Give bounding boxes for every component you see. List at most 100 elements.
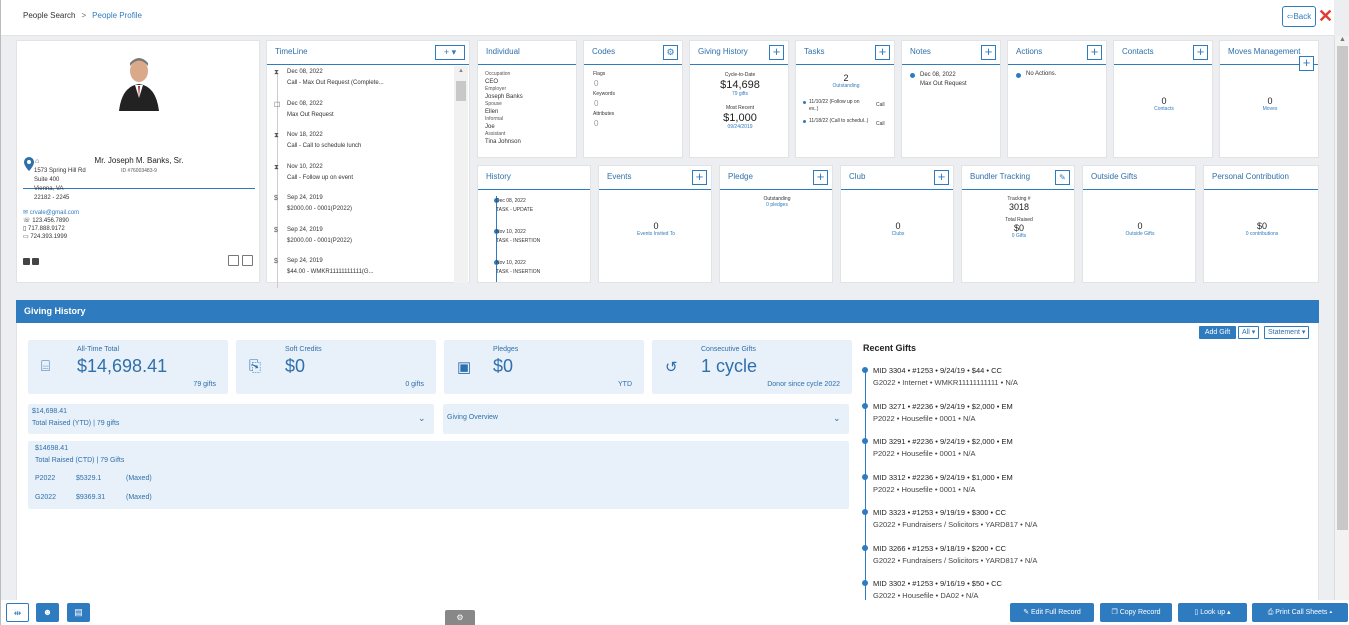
twitter-icon[interactable]: [32, 258, 39, 265]
user-edit-icon: ✎: [1023, 609, 1031, 616]
users-icon[interactable]: ☻: [36, 603, 59, 622]
recent-gift-line-1[interactable]: MID 3291 • #2236 • 9/24/19 • $2,000 • EM: [873, 437, 1013, 446]
vcard-icon[interactable]: [228, 255, 239, 266]
notes-add-button[interactable]: +: [981, 45, 996, 60]
timeline-item[interactable]: Dec 08, 2022 Max Out Request: [287, 99, 334, 121]
scroll-up-icon[interactable]: ▲: [1339, 36, 1346, 43]
history-clock-icon: ↺: [665, 359, 678, 376]
scroll-thumb[interactable]: [1337, 46, 1348, 530]
recent-gift-line-2: P2022 • Housefile • 0001 • N/A: [873, 484, 976, 494]
split-view-icon[interactable]: ⇹: [6, 603, 29, 622]
timeline-scrollbar[interactable]: ▲: [454, 66, 468, 283]
timeline-add-dropdown[interactable]: + ▾: [435, 45, 465, 60]
personal-link[interactable]: 0 contributions: [1204, 231, 1320, 237]
individual-title: Individual: [486, 47, 520, 56]
timeline-scroll-thumb[interactable]: [456, 81, 466, 101]
recent-gift-line-1[interactable]: MID 3266 • #1253 • 9/18/19 • $200 • CC: [873, 544, 1006, 553]
vertical-scrollbar[interactable]: ▲: [1334, 36, 1349, 610]
tasks-add-button[interactable]: +: [875, 45, 890, 60]
contacts-header: Contacts +: [1114, 41, 1212, 65]
address-block: 1573 Spring Hill Rd Suite 400 Vienna, VA…: [34, 167, 86, 203]
timeline-item[interactable]: Nov 10, 2022 Call - Follow up on event: [287, 162, 353, 184]
timeline-item-text: Call - Max Out Request (Complete...: [287, 80, 384, 86]
history-title: History: [486, 172, 511, 181]
giving-overview-accordion[interactable]: Giving Overview ⌄: [443, 404, 849, 434]
contacts-add-button[interactable]: +: [1193, 45, 1208, 60]
note-item[interactable]: Dec 08, 2022 Max Out Request: [920, 71, 967, 89]
recent-gift-line-1[interactable]: MID 3323 • #1253 • 9/19/19 • $300 • CC: [873, 508, 1006, 517]
breadcrumb-people-search[interactable]: People Search: [23, 11, 75, 20]
drawer-toggle-icon[interactable]: ⚙: [445, 610, 475, 625]
code-label: Keywords: [593, 91, 615, 97]
club-add-button[interactable]: +: [934, 170, 949, 185]
map-view-icon[interactable]: [242, 255, 253, 266]
events-add-button[interactable]: +: [692, 170, 707, 185]
timeline-title: TimeLine: [275, 47, 308, 56]
close-icon[interactable]: ✕: [1318, 6, 1333, 26]
back-button[interactable]: ⇦Back: [1282, 6, 1316, 27]
task-item[interactable]: 11/18/22 (Call to schedul..): [809, 118, 869, 125]
chevron-down-icon[interactable]: ⌄: [418, 413, 426, 424]
stat-value: $14,698.41: [77, 356, 168, 376]
actions-add-button[interactable]: +: [1087, 45, 1102, 60]
moves-link[interactable]: Moves: [1220, 106, 1320, 112]
bundler-gifts-link[interactable]: 0 Gifts: [962, 233, 1076, 239]
chevron-down-icon[interactable]: ⌄: [833, 413, 841, 424]
ytd-accordion[interactable]: $14,698.41 Total Raised (YTD) | 79 gifts…: [28, 404, 434, 434]
recent-gift-line-1[interactable]: MID 3304 • #1253 • 9/24/19 • $44 • CC: [873, 366, 1002, 375]
filter-all-dropdown[interactable]: All ▾: [1238, 326, 1260, 339]
events-link[interactable]: Events Invited To: [599, 231, 713, 237]
save-icon[interactable]: ▤: [67, 603, 90, 622]
history-item[interactable]: Nov 10, 2022 TASK - INSERTION: [495, 228, 540, 246]
history-item[interactable]: Dec 08, 2022 TASK - UPDATE: [495, 197, 533, 215]
ctd-panel: $14698.41 Total Raised (CTD) | 79 Gifts …: [28, 441, 849, 509]
moves-add-button[interactable]: +: [1299, 56, 1314, 71]
outside-title: Outside Gifts: [1091, 172, 1138, 181]
outside-link[interactable]: Outside Gifts: [1083, 231, 1197, 237]
statement-dropdown[interactable]: Statement ▾: [1264, 326, 1310, 339]
club-value: 0: [895, 221, 901, 231]
task-bullet: [803, 101, 806, 104]
gear-icon[interactable]: ⚙: [663, 45, 678, 60]
email-link[interactable]: crvale@gmail.com: [30, 210, 79, 216]
pledge-add-button[interactable]: +: [813, 170, 828, 185]
giving-card-title: Giving History: [698, 47, 748, 56]
recent-gift-line-1[interactable]: MID 3312 • #2236 • 9/24/19 • $1,000 • EM: [873, 473, 1013, 482]
recent-gift-line-1[interactable]: MID 3302 • #1253 • 9/16/19 • $50 • CC: [873, 579, 1002, 588]
map-pin-icon: [24, 157, 34, 171]
club-title: Club: [849, 172, 866, 181]
bundler-title: Bundler Tracking: [970, 172, 1031, 181]
pledge-link[interactable]: 0 pledges: [720, 202, 834, 208]
contacts-panel: Contacts + 0 Contacts: [1113, 40, 1213, 158]
club-link[interactable]: Clubs: [841, 231, 955, 237]
giving-card-add-button[interactable]: +: [769, 45, 784, 60]
copy-record-button[interactable]: ❐ Copy Record: [1100, 603, 1172, 622]
stat-title: Soft Credits: [285, 346, 322, 353]
edit-full-record-button[interactable]: ✎ Edit Full Record: [1010, 603, 1094, 622]
timeline-scroll-up-icon[interactable]: ▲: [458, 68, 464, 74]
stat-pledges: ▣ Pledges $0 YTD: [444, 340, 644, 394]
code-label: Attributes: [593, 111, 615, 117]
recent-gift-line-1[interactable]: MID 3271 • #2236 • 9/24/19 • $2,000 • EM: [873, 402, 1013, 411]
bundler-header: Bundler Tracking ✎: [962, 166, 1074, 190]
contacts-link[interactable]: Contacts: [1114, 106, 1214, 112]
breadcrumb-people-profile[interactable]: People Profile: [92, 11, 142, 20]
cycle-gifts[interactable]: 79 gifts: [690, 91, 790, 97]
timeline-item[interactable]: Nov 18, 2022 Call - Call to schedule lunc…: [287, 130, 361, 152]
print-label: Print Call Sheets ▴: [1275, 609, 1333, 616]
timeline-item[interactable]: Sep 24, 2019 $2000.00 - 0001(P2022): [287, 193, 352, 215]
facebook-icon[interactable]: [23, 258, 30, 265]
pencil-icon[interactable]: ✎: [1055, 170, 1070, 185]
task-item[interactable]: 11/10/22 (Follow up on ev..): [809, 99, 869, 113]
timeline-item[interactable]: Sep 24, 2019 $2000.00 - 0001(P2022): [287, 225, 352, 247]
note-date: Dec 08, 2022: [920, 72, 956, 78]
add-gift-button[interactable]: Add Gift: [1199, 326, 1236, 339]
history-item[interactable]: Nov 10, 2022 TASK - INSERTION: [495, 259, 540, 277]
tasks-count-label[interactable]: Outstanding: [796, 83, 896, 89]
look-up-button[interactable]: ▯ Look up ▴: [1178, 603, 1247, 622]
print-call-sheets-button[interactable]: ⎙ Print Call Sheets ▴: [1252, 603, 1348, 622]
timeline-item-text: $2000.00 - 0001(P2022): [287, 237, 353, 244]
timeline-item[interactable]: Dec 08, 2022 Call - Max Out Request (Comp…: [287, 67, 384, 89]
recent-gifts-title: Recent Gifts: [863, 343, 917, 353]
timeline-item[interactable]: Sep 24, 2019 $44.00 - WMKR11111111111(G..…: [287, 256, 374, 278]
